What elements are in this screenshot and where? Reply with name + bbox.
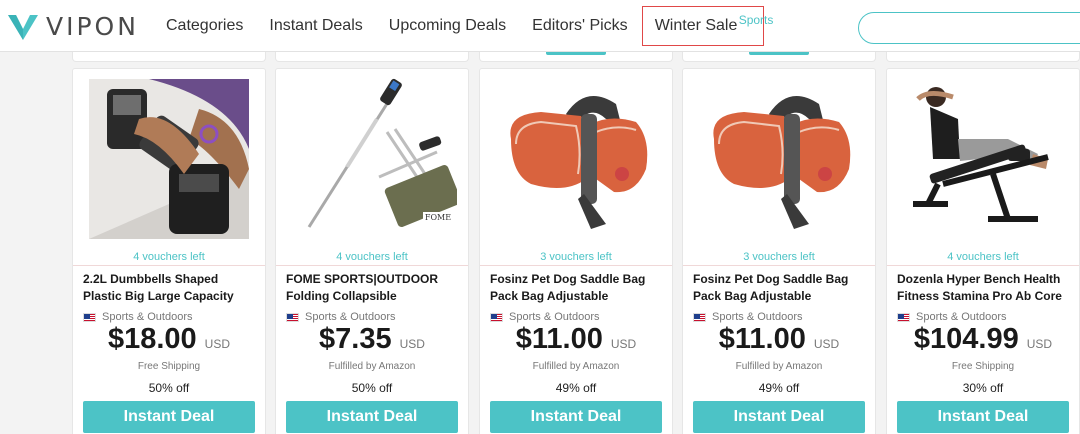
winter-sale-label: Winter Sale: [654, 17, 738, 34]
product-price: $104.99: [913, 323, 1019, 355]
currency-label: USD: [813, 337, 840, 351]
product-title[interactable]: FOME SPORTS|OUTDOOR Folding Collapsible: [286, 271, 462, 305]
card-stub: [479, 52, 673, 62]
product-title[interactable]: Fosinz Pet Dog Saddle Bag Pack Bag Adjus…: [490, 271, 666, 305]
product-price: $18.00: [107, 323, 197, 355]
nav-editors-picks[interactable]: Editors' Picks: [532, 17, 628, 35]
winter-sale-tag: Sports: [738, 13, 774, 27]
product-category: Sports & Outdoors: [693, 311, 803, 323]
category-label: Sports & Outdoors: [102, 311, 193, 323]
price-row: $18.00 USD: [73, 323, 265, 356]
product-image[interactable]: FOME: [276, 73, 468, 245]
vouchers-left: 4 vouchers left: [947, 251, 1019, 263]
currency-label: USD: [1026, 337, 1053, 351]
category-label: Sports & Outdoors: [305, 311, 396, 323]
logo-text: VIPON: [46, 12, 139, 41]
product-card[interactable]: 3 vouchers left Fosinz Pet Dog Saddle Ba…: [479, 68, 673, 434]
vouchers-left: 3 vouchers left: [540, 251, 612, 263]
category-label: Sports & Outdoors: [509, 311, 600, 323]
ab-bench-photo: [898, 79, 1068, 239]
product-category: Sports & Outdoors: [490, 311, 600, 323]
us-flag-icon: [490, 312, 503, 322]
vouchers-left: 4 vouchers left: [336, 251, 408, 263]
product-title[interactable]: 2.2L Dumbbells Shaped Plastic Big Large …: [83, 271, 259, 305]
instant-deal-button[interactable]: Instant Deal: [693, 401, 865, 433]
product-card[interactable]: FOME 4 vouchers left FOME SPORTS|OUTDOOR…: [275, 68, 469, 434]
us-flag-icon: [897, 312, 910, 322]
discount-label: 50% off: [351, 381, 393, 395]
product-category: Sports & Outdoors: [286, 311, 396, 323]
instant-deal-button[interactable]: Instant Deal: [286, 401, 458, 433]
svg-text:FOME: FOME: [425, 213, 451, 222]
category-label: Sports & Outdoors: [712, 311, 803, 323]
shipping-info: Fulfilled by Amazon: [735, 361, 823, 372]
trekking-poles-photo: FOME: [287, 76, 457, 242]
shipping-info: Free Shipping: [951, 361, 1015, 372]
vouchers-left: 3 vouchers left: [743, 251, 815, 263]
discount-label: 49% off: [758, 381, 800, 395]
product-category: Sports & Outdoors: [83, 311, 193, 323]
product-image[interactable]: [480, 73, 672, 245]
card-stub: [72, 52, 266, 62]
currency-label: USD: [399, 337, 425, 351]
divider: [683, 265, 875, 266]
product-price: $11.00: [515, 323, 603, 355]
product-image[interactable]: [73, 73, 265, 245]
dumbbell-photo: [89, 79, 249, 239]
product-title[interactable]: Dozenla Hyper Bench Health Fitness Stami…: [897, 271, 1073, 305]
currency-label: USD: [204, 337, 231, 351]
card-stub: [886, 52, 1080, 62]
us-flag-icon: [83, 312, 96, 322]
nav-upcoming-deals[interactable]: Upcoming Deals: [389, 17, 506, 35]
product-category: Sports & Outdoors: [897, 311, 1007, 323]
instant-deal-button[interactable]: Instant Deal: [83, 401, 255, 433]
vouchers-left: 4 vouchers left: [133, 251, 205, 263]
discount-label: 50% off: [148, 381, 190, 395]
discount-label: 49% off: [555, 381, 597, 395]
divider: [887, 265, 1079, 266]
card-stub: [682, 52, 876, 62]
product-title[interactable]: Fosinz Pet Dog Saddle Bag Pack Bag Adjus…: [693, 271, 869, 305]
product-card[interactable]: 4 vouchers left Dozenla Hyper Bench Heal…: [886, 68, 1080, 434]
product-price: $7.35: [319, 323, 392, 355]
stub-button-edge: [546, 52, 606, 55]
currency-label: USD: [610, 337, 637, 351]
shipping-info: Free Shipping: [137, 361, 201, 372]
instant-deal-button[interactable]: Instant Deal: [490, 401, 662, 433]
discount-label: 30% off: [962, 381, 1004, 395]
product-image[interactable]: [683, 73, 875, 245]
vipon-logo-mark: [8, 14, 38, 40]
instant-deal-button[interactable]: Instant Deal: [897, 401, 1069, 433]
category-label: Sports & Outdoors: [916, 311, 1007, 323]
divider: [276, 265, 468, 266]
us-flag-icon: [286, 312, 299, 322]
top-header: VIPON Categories Instant Deals Upcoming …: [0, 0, 1080, 52]
dog-saddle-bag-photo: [699, 84, 859, 234]
us-flag-icon: [693, 312, 706, 322]
stub-button-edge: [749, 52, 809, 55]
product-image[interactable]: [887, 73, 1079, 245]
nav-winter-sale[interactable]: Winter Sale Sports: [641, 6, 773, 46]
product-price: $11.00: [718, 323, 806, 355]
card-stub: [275, 52, 469, 62]
price-row: $7.35 USD: [276, 323, 468, 356]
price-row: $11.00 USD: [480, 323, 672, 356]
main-nav: Categories Instant Deals Upcoming Deals …: [166, 0, 790, 52]
product-card[interactable]: 3 vouchers left Fosinz Pet Dog Saddle Ba…: [682, 68, 876, 434]
search-input[interactable]: [858, 12, 1080, 44]
divider: [480, 265, 672, 266]
divider: [73, 265, 265, 266]
vipon-logo[interactable]: VIPON: [8, 12, 139, 41]
price-row: $11.00 USD: [683, 323, 875, 356]
product-card[interactable]: 4 vouchers left 2.2L Dumbbells Shaped Pl…: [72, 68, 266, 434]
shipping-info: Fulfilled by Amazon: [328, 361, 416, 372]
shipping-info: Fulfilled by Amazon: [532, 361, 620, 372]
nav-categories[interactable]: Categories: [166, 17, 243, 35]
dog-saddle-bag-photo: [496, 84, 656, 234]
nav-instant-deals[interactable]: Instant Deals: [269, 17, 362, 35]
price-row: $104.99 USD: [887, 323, 1079, 356]
